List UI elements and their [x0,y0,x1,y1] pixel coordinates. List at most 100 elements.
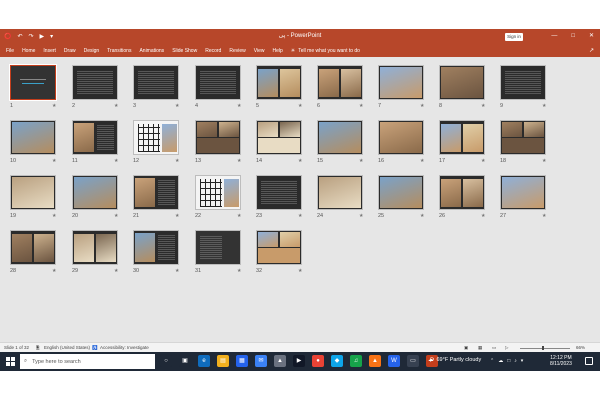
chrome-icon[interactable]: ● [312,355,324,367]
store-icon[interactable]: ▦ [236,355,248,367]
app-icon[interactable]: ◆ [331,355,343,367]
photos-icon[interactable]: ▲ [274,355,286,367]
slide-thumbnail[interactable] [10,230,56,265]
slide-thumbnail[interactable] [133,120,179,155]
slide-image [319,122,361,153]
tab-help[interactable]: Help [272,48,282,55]
tab-draw[interactable]: Draw [64,48,76,55]
slide-thumbnail[interactable] [256,175,302,210]
network-icon[interactable]: □ [507,358,510,364]
slide-thumbnail[interactable] [195,120,241,155]
slide-thumbnail[interactable] [72,175,118,210]
chevron-up-icon[interactable]: ⌃ [490,358,494,364]
slide-subtitle-line [22,83,44,85]
weather-widget[interactable]: ☁ 69°F Partly cloudy [428,357,481,363]
media-icon[interactable]: ▶ [293,355,305,367]
tell-me-search[interactable]: ☀ Tell me what you want to do [291,48,360,55]
word-icon[interactable]: W [388,355,400,367]
share-icon[interactable]: ↗ [589,47,594,54]
task-view-icon[interactable]: ○ [160,355,172,367]
slide-thumbnail[interactable] [500,120,546,155]
tab-record[interactable]: Record [205,48,221,55]
slide-thumbnail[interactable] [195,65,241,100]
zoom-level[interactable]: 66% [576,345,585,351]
transition-star-icon: ★ [114,213,119,219]
mail-icon[interactable]: ✉ [255,355,267,367]
tab-home[interactable]: Home [22,48,35,55]
windows-start-icon[interactable] [6,357,15,366]
slide-image [441,67,483,98]
slide-sorter-view-icon[interactable]: ▦ [478,345,482,351]
edge-icon[interactable]: e [198,355,210,367]
spellcheck-icon[interactable]: 🖹 [36,345,40,351]
slide-thumbnail[interactable] [133,65,179,100]
tab-insert[interactable]: Insert [43,48,56,55]
normal-view-icon[interactable]: ▣ [464,345,468,351]
slide-thumbnail[interactable] [439,175,485,210]
tab-view[interactable]: View [254,48,265,55]
slide-text [158,235,175,260]
transition-star-icon: ★ [114,268,119,274]
transition-star-icon: ★ [175,158,180,164]
slide-thumbnail[interactable] [317,120,363,155]
tab-file[interactable]: File [6,48,14,55]
terminal-icon[interactable]: ▭ [407,355,419,367]
slide-thumbnail[interactable] [195,175,241,210]
slide-number: 14 [256,158,263,164]
slide-image [162,124,177,152]
slide-thumbnail[interactable] [256,230,302,265]
slide-thumbnail[interactable] [378,65,424,100]
transition-star-icon: ★ [481,158,486,164]
slide-image [502,122,522,137]
slide-thumbnail[interactable] [256,65,302,100]
spotify-icon[interactable]: ♫ [350,355,362,367]
slide-thumbnail[interactable] [256,120,302,155]
volume-icon[interactable]: ♪ [514,358,517,364]
widgets-icon[interactable]: ▣ [179,355,191,367]
slide-thumbnail[interactable] [133,230,179,265]
slide-thumbnail[interactable] [9,64,57,101]
vlc-icon[interactable]: ▲ [369,355,381,367]
sign-in-button[interactable]: Sign in [505,33,523,41]
slideshow-view-icon[interactable]: ▷ [505,345,508,351]
close-button[interactable]: ✕ [589,32,594,41]
tab-design[interactable]: Design [84,48,100,55]
slide-thumbnail[interactable] [10,175,56,210]
maximize-button[interactable]: □ [571,32,575,41]
tab-review[interactable]: Review [229,48,245,55]
tab-transitions[interactable]: Transitions [107,48,131,55]
slide-thumbnail[interactable] [500,65,546,100]
notification-icon[interactable] [585,357,593,365]
slide-number: 21 [133,213,140,219]
clock-date: 8/11/2023 [550,361,572,367]
slide-text [97,125,114,150]
weather-icon: ☁ [428,357,434,363]
slide-thumbnail[interactable] [195,230,241,265]
zoom-slider[interactable] [520,347,570,349]
accessibility-status[interactable]: Accessibility: Investigate [100,345,149,351]
clock[interactable]: 12:12 PM 8/11/2023 [550,355,572,367]
slide-thumbnail[interactable] [439,65,485,100]
slide-thumbnail[interactable] [317,175,363,210]
slide-thumbnail[interactable] [439,120,485,155]
slide-thumbnail[interactable] [72,230,118,265]
onedrive-icon[interactable]: ☁ [498,358,503,364]
wifi-icon[interactable]: ▾ [521,358,524,364]
zoom-slider-handle[interactable] [542,346,544,350]
slide-thumbnail[interactable] [133,175,179,210]
minimize-button[interactable]: — [551,32,557,41]
tab-animations[interactable]: Animations [139,48,164,55]
language-indicator[interactable]: English (United States) [44,345,90,351]
slide-image [197,138,239,153]
reading-view-icon[interactable]: ▭ [492,345,496,351]
file-explorer-icon[interactable]: ▤ [217,355,229,367]
tab-slide-show[interactable]: Slide Show [172,48,197,55]
slide-thumbnail[interactable] [72,65,118,100]
slide-thumbnail[interactable] [317,65,363,100]
slide-thumbnail[interactable] [378,120,424,155]
slide-thumbnail[interactable] [10,120,56,155]
taskbar-search-box[interactable]: ⌕ Type here to search [20,354,155,369]
slide-thumbnail[interactable] [500,175,546,210]
slide-thumbnail[interactable] [378,175,424,210]
slide-thumbnail[interactable] [72,120,118,155]
